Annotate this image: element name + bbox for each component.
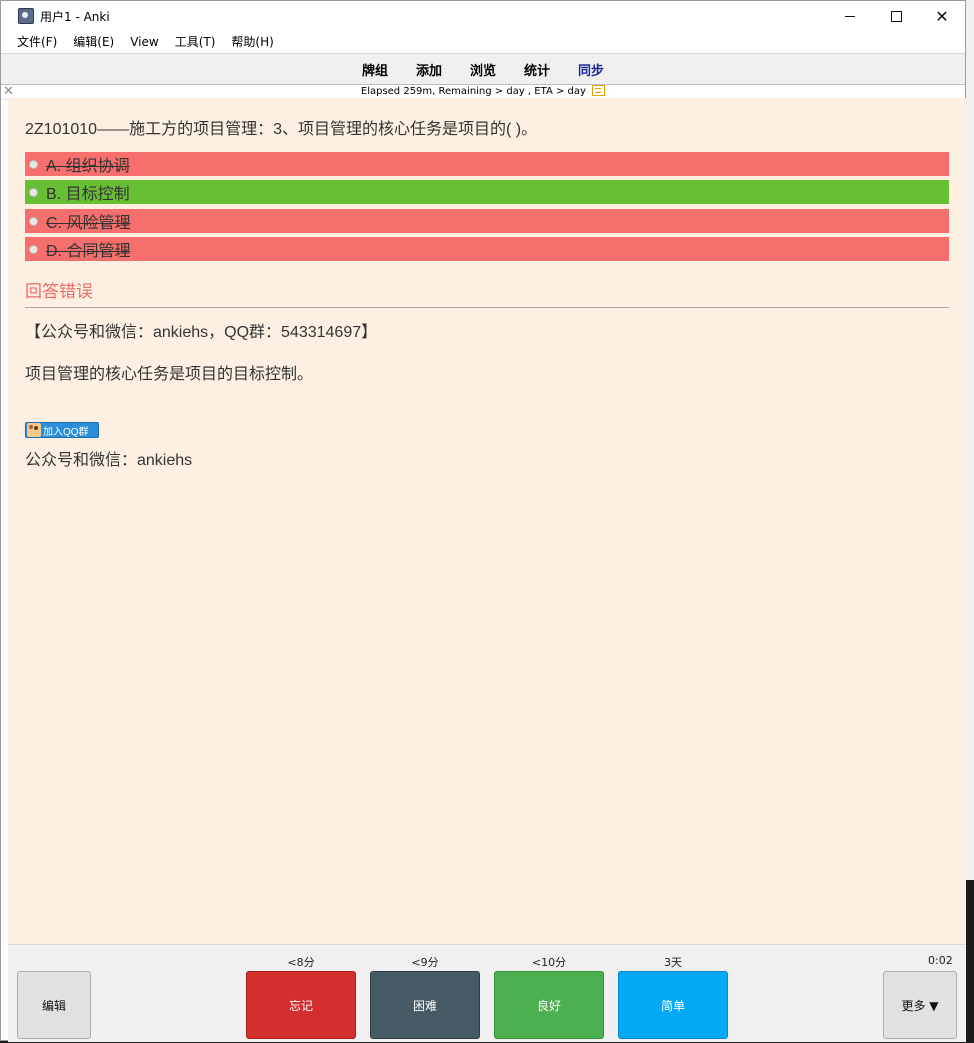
good-button[interactable]: 良好 [494,971,604,1039]
close-button[interactable]: ✕ [919,1,965,31]
join-qq-group-link[interactable]: 加入QQ群 [25,422,99,438]
radio-dot-icon [29,159,38,169]
question-text: 2Z101010——施工方的项目管理：3、项目管理的核心任务是项目的( )。 [25,121,538,138]
card-view: 2Z101010——施工方的项目管理：3、项目管理的核心任务是项目的( )。 A… [8,98,966,944]
option-b: B. 目标控制 [25,180,949,204]
again-button[interactable]: 忘记 [246,971,356,1039]
window-title: 用户1 - Anki [40,9,110,24]
more-button[interactable]: 更多 ▼ [883,971,957,1039]
option-label: C. 风险管理 [46,215,131,232]
window-controls: ✕ [827,1,965,31]
qq-badge-label: 加入QQ群 [43,426,89,438]
hard-button[interactable]: 困难 [370,971,480,1039]
radio-dot-icon [29,187,38,197]
interval-hard: <9分 [411,956,439,969]
source-note: 【公众号和微信：ankiehs，QQ群：543314697】 [25,324,378,341]
toolbar-decks[interactable]: 牌组 [348,60,402,79]
interval-again: <8分 [287,956,315,969]
menu-file[interactable]: 文件(F) [9,31,65,53]
explanation-text: 项目管理的核心任务是项目的目标控制。 [25,366,314,383]
background-strip [966,880,974,1043]
option-c: C. 风险管理 [25,209,949,233]
anki-app-icon [18,8,34,24]
option-d: D. 合同管理 [25,237,949,261]
interval-easy: 3天 [664,956,682,969]
answer-result: 回答错误 [25,282,93,301]
menu-help[interactable]: 帮助(H) [223,31,281,53]
radio-dot-icon [29,216,38,226]
radio-dot-icon [29,244,38,254]
footer-note: 公众号和微信：ankiehs [25,452,193,469]
close-icon[interactable]: ✕ [3,85,14,99]
progress-status-text: Elapsed 259m, Remaining > day , ETA > da… [360,86,586,97]
toolbar-sync[interactable]: 同步 [564,60,618,79]
option-label: B. 目标控制 [46,186,130,203]
toolbar-stats[interactable]: 统计 [510,60,564,79]
menu-view[interactable]: View [122,31,166,53]
toolbar-browse[interactable]: 浏览 [456,60,510,79]
title-bar[interactable]: 用户1 - Anki ✕ [1,1,965,31]
qq-group-icon [27,423,41,437]
review-timer: 0:02 [928,954,953,967]
refresh-icon[interactable] [592,84,606,96]
option-a: A. 组织协调 [25,152,949,176]
option-label: A. 组织协调 [46,158,130,175]
menu-edit[interactable]: 编辑(E) [65,31,122,53]
easy-button[interactable]: 简单 [618,971,728,1039]
menu-tools[interactable]: 工具(T) [167,31,224,53]
answer-bar: 编辑 <8分 忘记 <9分 困难 <10分 良好 3天 简单 0:02 更多 ▼ [8,944,966,1042]
interval-good: <10分 [531,956,567,969]
edit-button[interactable]: 编辑 [17,971,91,1039]
minimize-button[interactable] [827,1,873,31]
divider [25,307,949,308]
menu-bar: 文件(F) 编辑(E) View 工具(T) 帮助(H) [1,31,965,53]
background-desktop-right [966,0,974,1043]
toolbar-add[interactable]: 添加 [402,60,456,79]
maximize-button[interactable] [873,1,919,31]
main-toolbar: 牌组 添加 浏览 统计 同步 [1,53,965,84]
option-label: D. 合同管理 [46,243,131,260]
